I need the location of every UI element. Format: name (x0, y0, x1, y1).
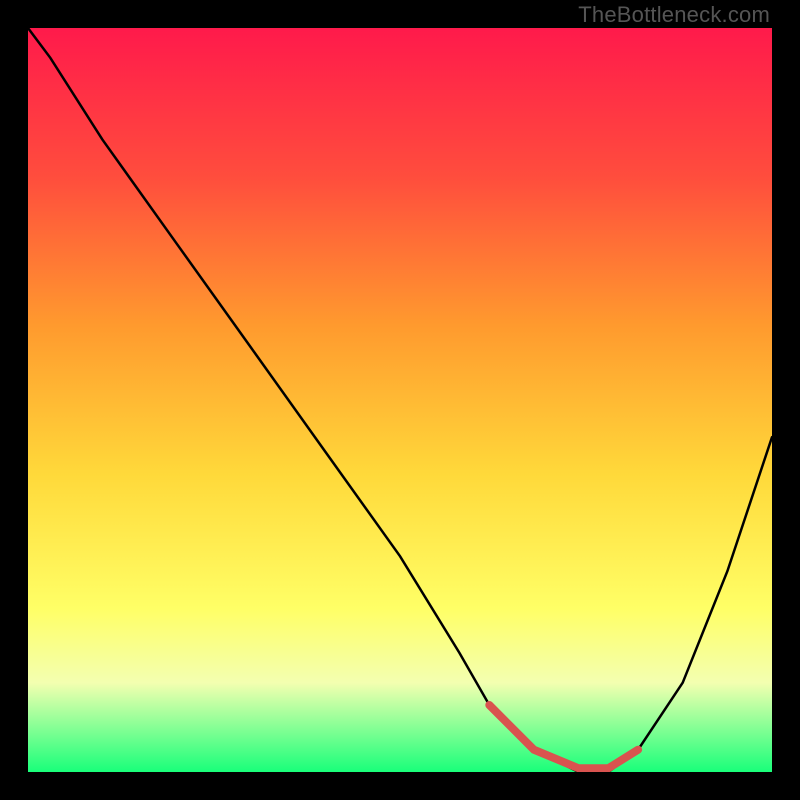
watermark-text: TheBottleneck.com (578, 2, 770, 28)
gradient-background (28, 28, 772, 772)
chart-container (28, 28, 772, 772)
bottleneck-chart (28, 28, 772, 772)
